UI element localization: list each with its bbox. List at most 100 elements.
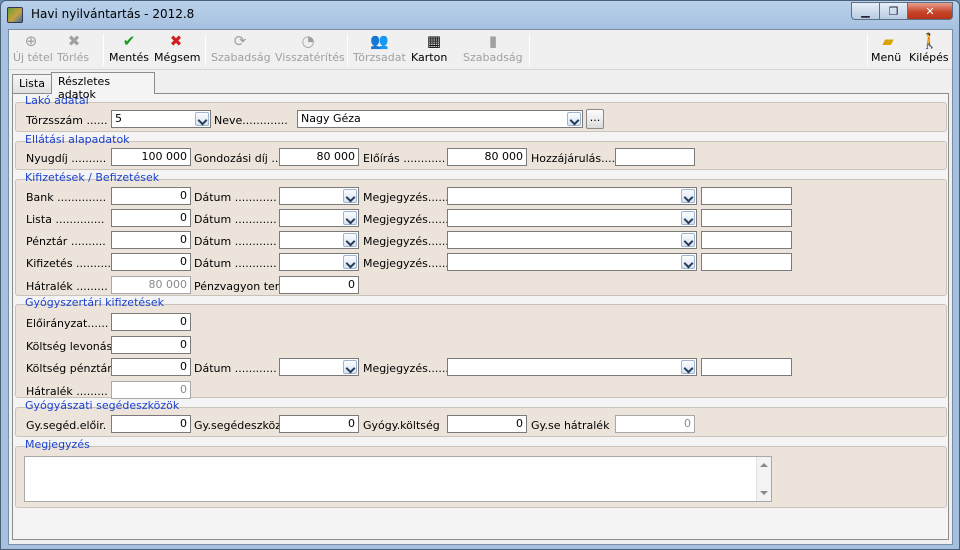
chevron-down-icon[interactable] xyxy=(681,233,695,247)
folder-icon: ▰ xyxy=(882,32,894,50)
contribution-label: Hozzájárulás.... xyxy=(531,152,616,165)
chevron-down-icon[interactable] xyxy=(567,112,581,126)
chevron-down-icon[interactable] xyxy=(681,189,695,203)
menu-button[interactable]: ▰ Menü xyxy=(871,33,905,67)
leave-button[interactable]: ⟳ Szabadság xyxy=(211,32,271,67)
restore-button[interactable]: ❐ xyxy=(879,2,907,20)
chevron-down-icon[interactable] xyxy=(681,211,695,225)
card-button[interactable]: ▦ Karton xyxy=(411,33,457,67)
notes-textarea[interactable] xyxy=(24,456,772,502)
cost-cash-label: Költség pénztár xyxy=(26,362,112,375)
list-field[interactable]: 0 xyxy=(111,209,191,227)
calendar-icon: ▦ xyxy=(426,32,442,50)
chevron-down-icon[interactable] xyxy=(343,233,357,247)
save-button[interactable]: ✔ Mentés xyxy=(109,33,149,67)
browse-button[interactable]: ... xyxy=(586,109,604,129)
app-window: Havi nyilvántartás - 2012.8 ▁ ❐ ✕ ⊕ Új t… xyxy=(0,0,960,550)
aid-cost-field[interactable]: 0 xyxy=(447,415,527,433)
payout-field[interactable]: 0 xyxy=(111,253,191,271)
refresh-icon: ⟳ xyxy=(233,32,247,50)
chevron-down-icon[interactable] xyxy=(343,189,357,203)
title-bar[interactable]: Havi nyilvántartás - 2012.8 ▁ ❐ ✕ xyxy=(1,1,959,29)
contribution-field[interactable] xyxy=(615,148,695,166)
group-title: Kifizetések / Befizetések xyxy=(25,171,160,184)
arrears-field: 80 000 xyxy=(111,276,191,294)
date-select[interactable] xyxy=(279,231,359,249)
note-extra-field[interactable] xyxy=(701,358,792,376)
toolbar-separator xyxy=(205,34,206,66)
aid-arrears-field: 0 xyxy=(615,415,695,433)
aid-field[interactable]: 0 xyxy=(279,415,359,433)
cancel-button[interactable]: ✖ Mégsem xyxy=(154,33,200,67)
cashier-field[interactable]: 0 xyxy=(111,231,191,249)
date-select[interactable] xyxy=(279,187,359,205)
details-tab-page: Lakó adatai Törzsszám ...... 5 Neve.....… xyxy=(12,93,949,540)
delete-button[interactable]: ✖ Törlés xyxy=(57,33,91,67)
resident-group: Lakó adatai Törzsszám ...... 5 Neve.....… xyxy=(15,94,947,132)
exit-button[interactable]: 🚶 Kilépés xyxy=(909,33,949,67)
aid-label: Gy.segédeszköz xyxy=(194,419,281,432)
date-label: Dátum ............ xyxy=(194,191,277,204)
chevron-down-icon[interactable] xyxy=(343,255,357,269)
x-icon: ✖ xyxy=(67,32,81,50)
aid-forecast-field[interactable]: 0 xyxy=(111,415,191,433)
cost-cash-field[interactable]: 0 xyxy=(111,358,191,376)
forecast-field[interactable]: 0 xyxy=(111,313,191,331)
note-select[interactable] xyxy=(447,358,697,376)
minimize-button[interactable]: ▁ xyxy=(851,2,879,20)
date-select[interactable] xyxy=(279,358,359,376)
note-label: Megjegyzés...... xyxy=(363,213,449,226)
note-select[interactable] xyxy=(447,253,697,271)
deduction-field[interactable]: 0 xyxy=(111,336,191,354)
bank-field[interactable]: 0 xyxy=(111,187,191,205)
name-select[interactable]: Nagy Géza xyxy=(297,110,583,128)
list-label: Lista .............. xyxy=(26,213,105,226)
exit-person-icon: 🚶 xyxy=(920,32,939,50)
note-select[interactable] xyxy=(447,187,697,205)
notes-group: Megjegyzés xyxy=(15,438,947,508)
toolbar-separator xyxy=(347,34,348,66)
toolbar-separator xyxy=(867,34,868,66)
cashier-label: Pénztár .......... xyxy=(26,235,106,248)
tab-list[interactable]: Lista xyxy=(12,74,52,93)
assets-label: Pénzvagyon ter. xyxy=(194,280,282,293)
pension-field[interactable]: 100 000 xyxy=(111,148,191,166)
note-extra-field[interactable] xyxy=(701,253,792,271)
checkmark-icon: ✔ xyxy=(122,32,136,50)
aid-cost-label: Gyógy.költség xyxy=(363,419,440,432)
date-select[interactable] xyxy=(279,209,359,227)
chevron-down-icon[interactable] xyxy=(195,112,209,126)
refund-button[interactable]: ◔ Visszatérítés xyxy=(275,33,345,67)
close-button[interactable]: ✕ xyxy=(907,2,953,20)
notes-scrollbar[interactable] xyxy=(756,457,771,501)
note-label: Megjegyzés...... xyxy=(363,257,449,270)
chevron-down-icon[interactable] xyxy=(681,360,695,374)
toolbar-separator xyxy=(529,34,530,66)
note-extra-field[interactable] xyxy=(701,187,792,205)
care-fee-field[interactable]: 80 000 xyxy=(279,148,359,166)
id-select[interactable]: 5 xyxy=(111,110,211,128)
note-extra-field[interactable] xyxy=(701,231,792,249)
note-select[interactable] xyxy=(447,231,697,249)
aid-arrears-label: Gy.se hátralék xyxy=(531,419,610,432)
window-controls: ▁ ❐ ✕ xyxy=(851,2,953,20)
date-select[interactable] xyxy=(279,253,359,271)
chevron-down-icon[interactable] xyxy=(343,211,357,225)
tab-details[interactable]: Részletes adatok xyxy=(51,72,155,101)
group-title: Gyógyászati segédeszközök xyxy=(25,399,180,412)
chevron-down-icon[interactable] xyxy=(343,360,357,374)
users-icon: 👥 xyxy=(370,32,389,50)
care-fee-label: Gondozási díj ... xyxy=(194,152,282,165)
plus-circle-icon: ⊕ xyxy=(24,32,38,50)
scroll-down-icon[interactable] xyxy=(760,491,768,495)
master-data-button[interactable]: 👥 Törzsadat xyxy=(353,32,406,67)
chevron-down-icon[interactable] xyxy=(681,255,695,269)
new-item-button[interactable]: ⊕ Új tétel xyxy=(13,32,53,67)
leave2-button[interactable]: ▮ Szabadság xyxy=(463,33,523,67)
note-extra-field[interactable] xyxy=(701,209,792,227)
prescribed-field[interactable]: 80 000 xyxy=(447,148,527,166)
scroll-up-icon[interactable] xyxy=(760,463,768,467)
note-select[interactable] xyxy=(447,209,697,227)
group-title: Gyógyszertári kifizetések xyxy=(25,296,165,309)
assets-field[interactable]: 0 xyxy=(279,276,359,294)
